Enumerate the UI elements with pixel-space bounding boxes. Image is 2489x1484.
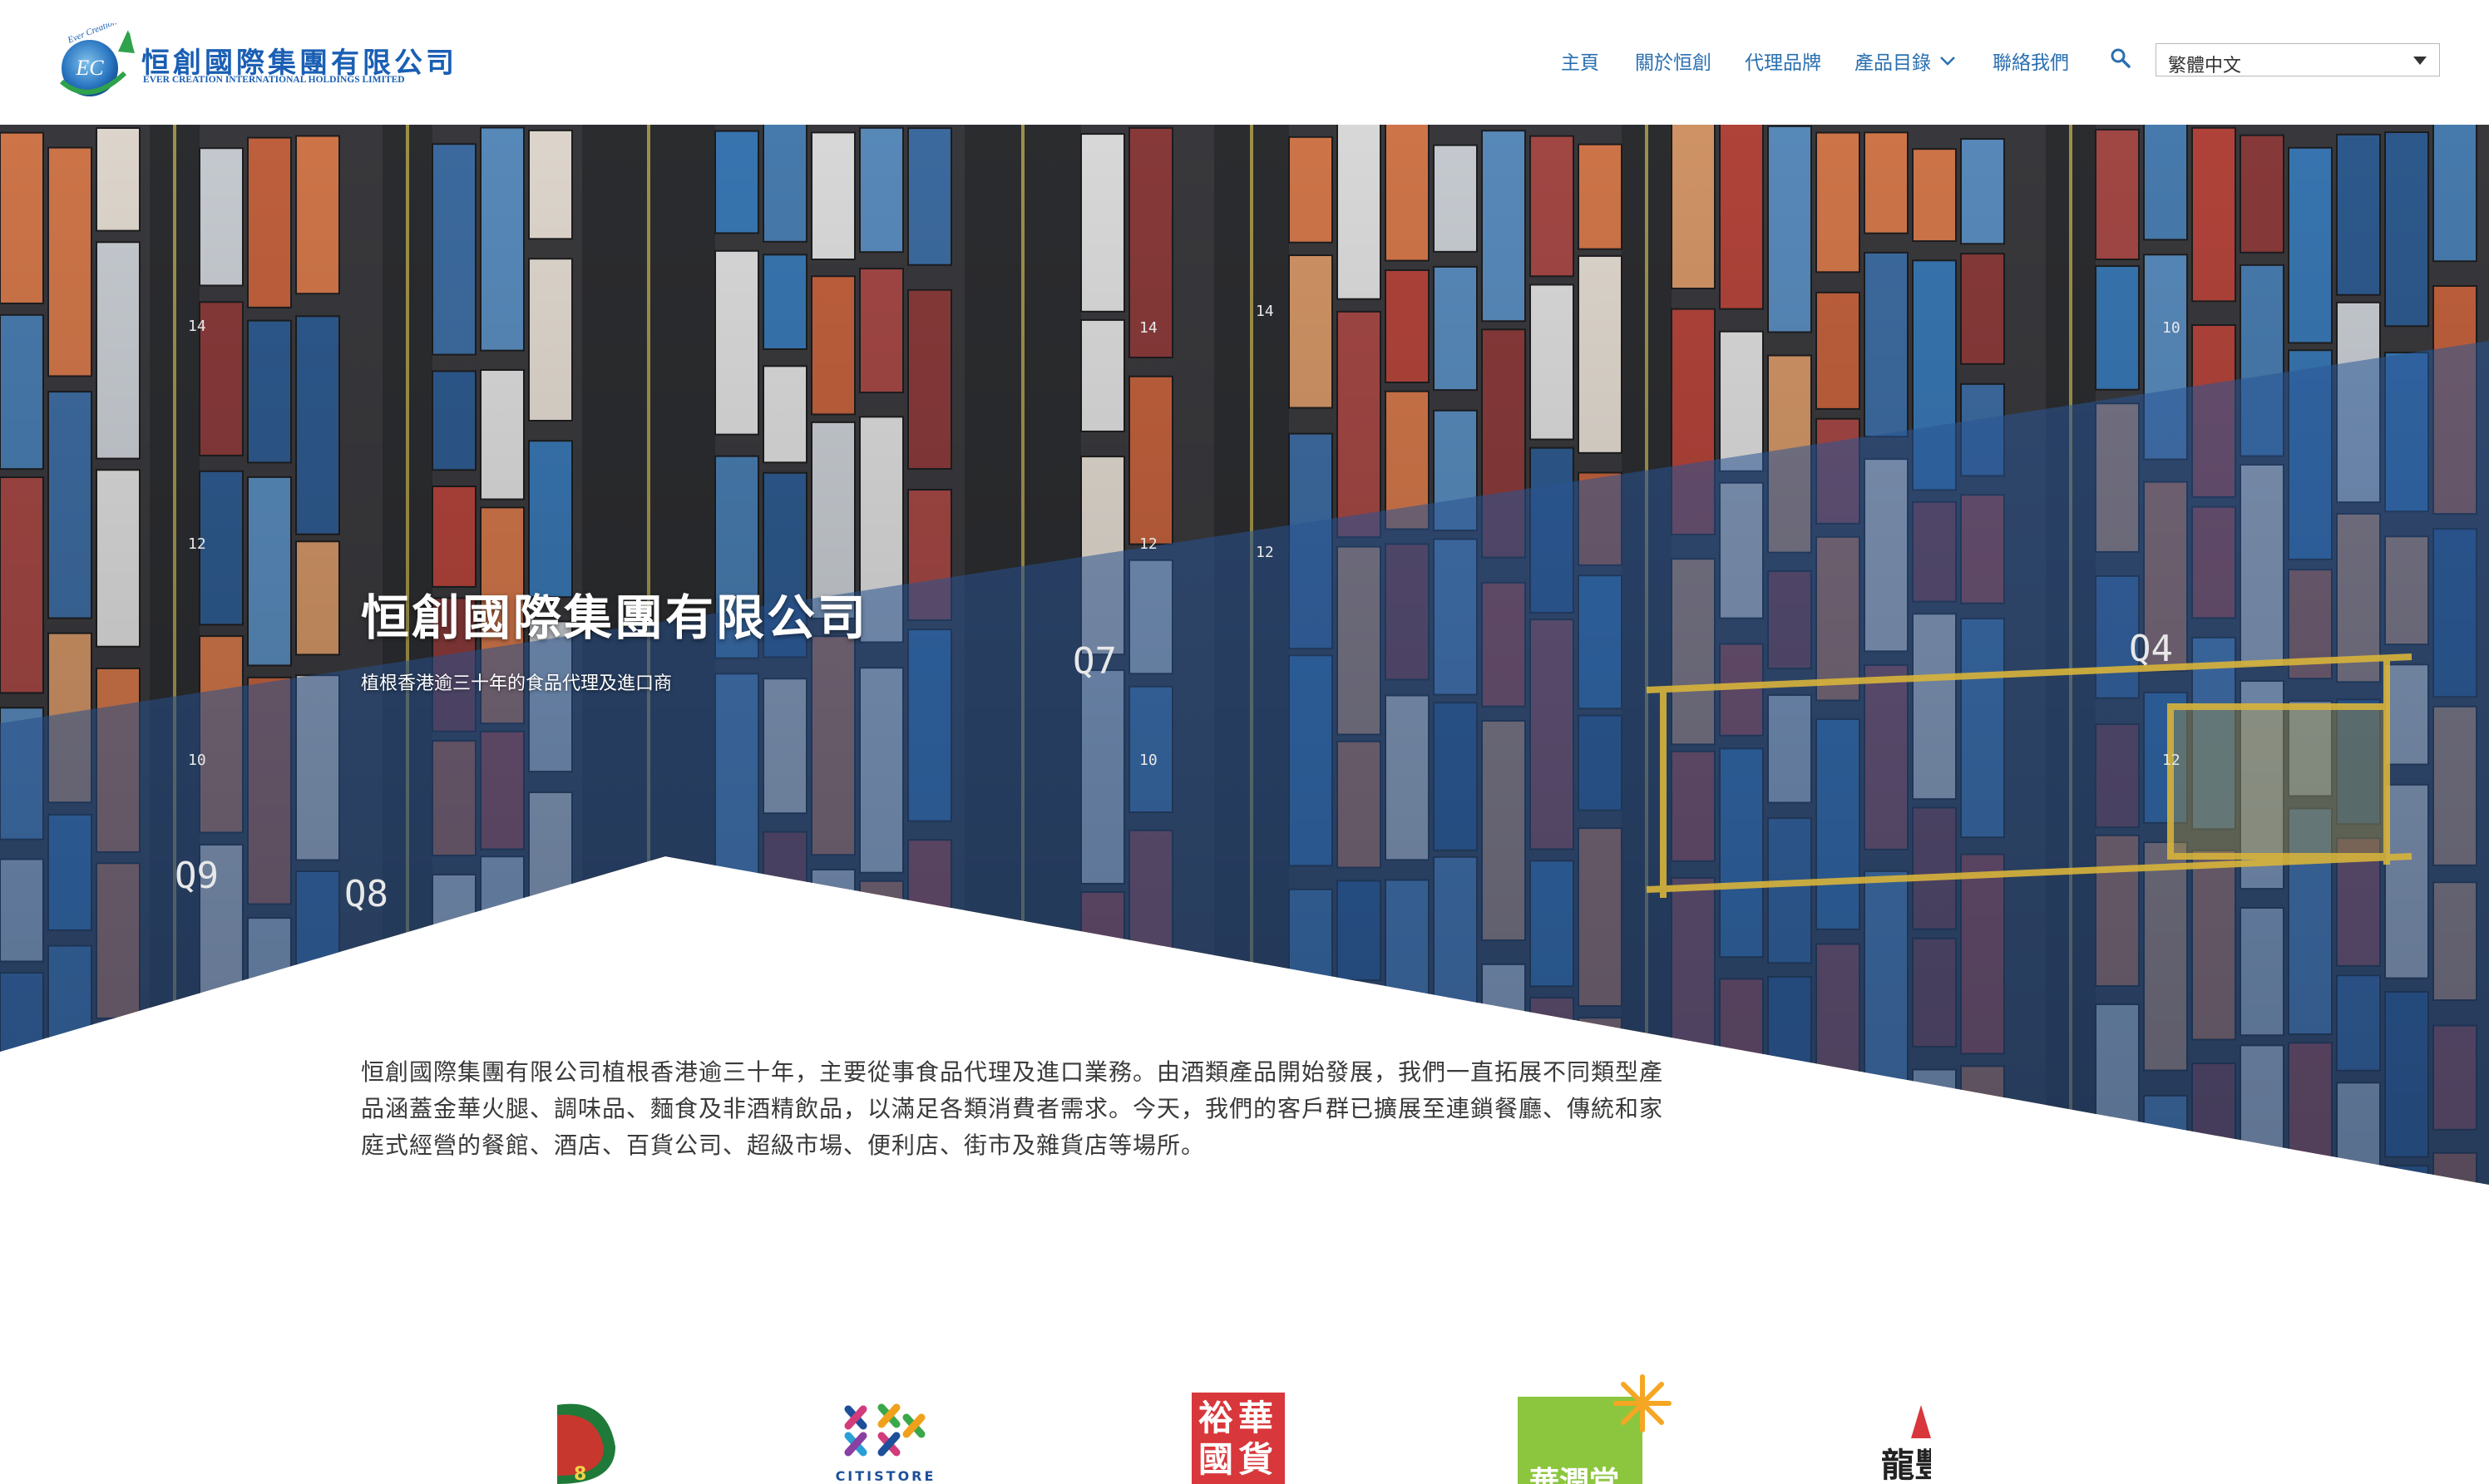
port-lane-label: Q4 xyxy=(2129,628,2173,670)
hero-banner: 14 12 10 Q9 Q8 Q7 Q4 14 12 10 14 12 10 12 恒創國際集團有限公司 … xyxy=(0,125,2489,1185)
sunburst-icon xyxy=(1613,1374,1672,1432)
brand-logo-yue-hwa[interactable]: 裕華國貨 xyxy=(1192,1393,1285,1484)
ec-globe-logo-icon: EC Ever Creation xyxy=(60,23,135,96)
caret-down-icon xyxy=(2413,57,2427,65)
port-lane-label: 14 xyxy=(1139,319,1158,337)
hero-subtitle: 植根香港逾三十年的食品代理及進口商 xyxy=(361,673,673,694)
brand-logo-carousel: 8 CITISTORE 裕華國貨 華潤堂 龍豐 xyxy=(0,1347,2489,1484)
svg-text:8: 8 xyxy=(574,1464,586,1484)
search-icon[interactable] xyxy=(2109,47,2132,70)
port-lane-label: Q7 xyxy=(1073,640,1117,683)
port-lane-label: 12 xyxy=(1139,535,1158,553)
brand-logo-long-feng[interactable]: 龍豐 xyxy=(1881,1405,1931,1484)
language-selected-value: 繁體中文 xyxy=(2168,56,2242,76)
language-select[interactable]: 繁體中文 xyxy=(2156,43,2440,76)
nav-brands[interactable]: 代理品牌 xyxy=(1745,47,1821,75)
port-lane-label: Q8 xyxy=(344,873,388,915)
nav-products[interactable]: 產品目錄 xyxy=(1854,47,1931,75)
port-lane-label: 12 xyxy=(2162,752,2180,769)
chevron-down-icon[interactable] xyxy=(1939,55,1956,67)
svg-text:CITISTORE: CITISTORE xyxy=(836,1468,936,1484)
hero-container-port-image: 14 12 10 Q9 Q8 Q7 Q4 14 12 10 14 12 10 12 xyxy=(0,125,2489,1185)
port-lane-label: 12 xyxy=(1256,544,1274,561)
logo-english-name: EVER CREATION INTERNATIONAL HOLDINGS LIM… xyxy=(143,75,405,85)
nav-contact[interactable]: 聯絡我們 xyxy=(1993,47,2069,75)
hero-title: 恒創國際集團有限公司 xyxy=(361,589,869,646)
port-lane-label: 10 xyxy=(1139,752,1158,769)
port-lane-label: 10 xyxy=(2162,319,2180,337)
brand-logo-citistore[interactable]: CITISTORE xyxy=(823,1393,948,1484)
company-logo[interactable]: EC Ever Creation 恒創國際集團有限公司 EVER CREATIO… xyxy=(48,23,454,103)
red-triangle-icon xyxy=(1911,1405,1931,1438)
company-intro-paragraph: 恒創國際集團有限公司植根香港逾三十年，主要從事食品代理及進口業務。由酒類產品開始… xyxy=(361,1058,1664,1159)
brand-logo-green-badge[interactable]: 8 xyxy=(557,1397,632,1484)
site-header: EC Ever Creation 恒創國際集團有限公司 EVER CREATIO… xyxy=(0,0,2489,125)
port-lane-label: 10 xyxy=(188,752,206,769)
port-lane-label: 14 xyxy=(188,318,206,335)
port-lane-label: Q9 xyxy=(175,855,219,897)
svg-text:EC: EC xyxy=(75,56,104,80)
port-lane-label: 14 xyxy=(1256,303,1274,320)
nav-home[interactable]: 主頁 xyxy=(1561,47,1599,75)
nav-about[interactable]: 關於恒創 xyxy=(1635,47,1711,75)
brand-logo-wah-yuen-tong[interactable]: 華潤堂 xyxy=(1518,1372,1676,1484)
port-lane-label: 12 xyxy=(188,535,206,553)
